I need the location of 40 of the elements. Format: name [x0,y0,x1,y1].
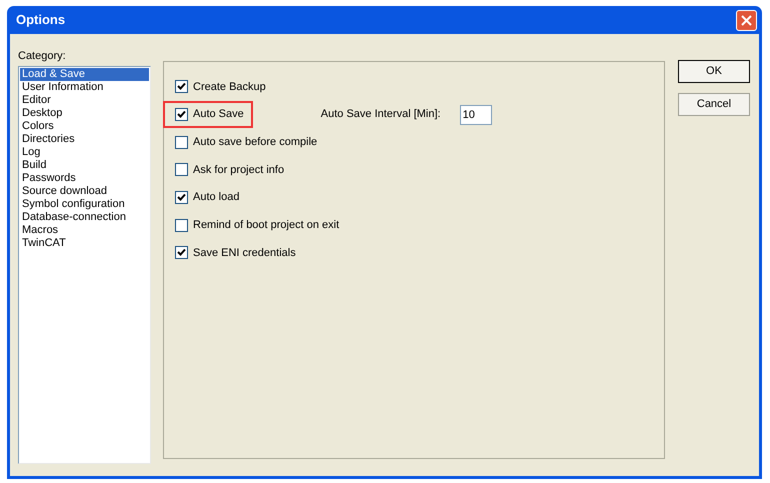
category-item[interactable]: Symbol configuration [20,198,149,211]
category-item[interactable]: TwinCAT [20,237,149,250]
interval-label: Auto Save Interval [Min]: [320,107,441,122]
checkmark-icon [177,82,186,92]
category-item[interactable]: Editor [20,94,149,107]
category-item[interactable]: Macros [20,224,149,237]
close-icon [741,14,752,26]
window-title: Options [16,11,66,30]
checkbox[interactable] [175,136,188,149]
checkmark-icon [177,110,186,120]
category-label: Category: [18,49,67,64]
checkbox[interactable] [175,80,188,94]
checkbox-label: Auto load [193,190,240,206]
category-item[interactable]: Log [20,146,149,159]
checkbox[interactable] [175,246,188,260]
checkbox[interactable] [175,163,188,176]
category-item[interactable]: Source download [20,185,149,198]
dialog-button[interactable]: Cancel [678,93,750,116]
category-item[interactable]: Build [20,159,149,172]
category-item[interactable]: Passwords [20,172,149,185]
checkbox[interactable] [175,218,188,232]
checkbox-label: Save ENI credentials [193,246,296,261]
close-button[interactable] [736,10,757,30]
category-item[interactable]: User Information [20,81,149,94]
interval-field[interactable]: 10 [460,104,492,125]
checkbox-label: Remind of boot project on exit [193,218,340,234]
category-item[interactable]: Directories [20,133,149,146]
dialog-button[interactable]: OK [678,60,750,83]
checkmark-icon [177,193,186,202]
checkbox-label: Auto save before compile [193,134,318,150]
category-item[interactable]: Colors [20,120,149,133]
checkbox[interactable] [175,191,188,204]
category-item[interactable]: Desktop [20,107,149,120]
checkbox-label: Create Backup [193,80,266,95]
checkbox-label: Auto Save [193,107,244,122]
category-item[interactable]: Database-connection [20,211,149,224]
checkmark-icon [177,248,186,258]
category-item[interactable]: Load & Save [20,68,149,81]
checkbox-label: Ask for project info [193,162,284,178]
checkbox[interactable] [175,108,188,122]
